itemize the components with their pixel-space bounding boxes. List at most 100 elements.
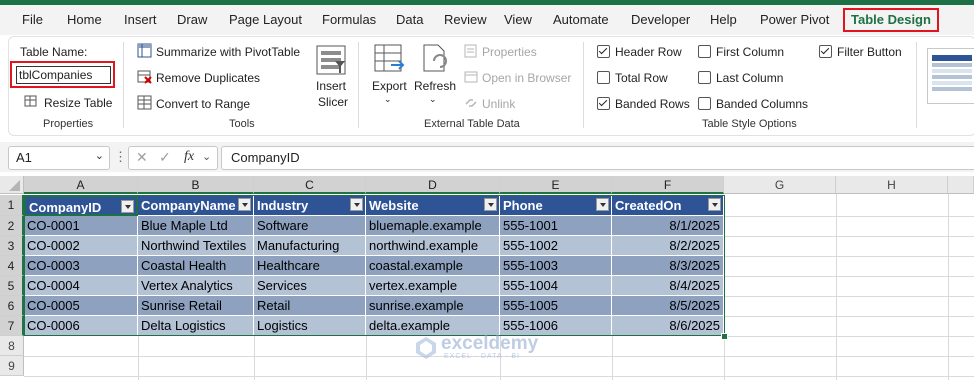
chevron-down-icon[interactable]: ⌄ xyxy=(95,149,104,162)
table-cell[interactable]: Coastal Health xyxy=(138,256,254,276)
filter-dropdown-icon[interactable] xyxy=(484,198,497,211)
table-style-gallery[interactable] xyxy=(927,48,974,104)
banded-columns-checkbox[interactable] xyxy=(698,97,711,110)
tab-review[interactable]: Review xyxy=(444,10,487,30)
chevron-down-icon[interactable]: ⌄ xyxy=(202,150,211,163)
table-cell[interactable]: Retail xyxy=(254,296,366,316)
table-cell[interactable]: CO-0004 xyxy=(24,276,138,296)
table-header-cell[interactable]: CompanyName xyxy=(138,195,254,216)
tab-view[interactable]: View xyxy=(504,10,532,30)
row-header-3[interactable]: 3 xyxy=(0,236,24,256)
insert-slicer-label-1[interactable]: Insert xyxy=(316,78,346,94)
table-cell[interactable]: Logistics xyxy=(254,316,366,336)
worksheet-grid[interactable]: A B C D E F G H 1 2 3 4 5 6 7 8 9 Compan… xyxy=(0,176,974,380)
header-row-checkbox[interactable] xyxy=(597,45,610,58)
table-name-input[interactable]: tblCompanies xyxy=(16,66,111,84)
table-cell[interactable]: 8/5/2025 xyxy=(612,296,724,316)
table-cell[interactable]: 555-1001 xyxy=(500,216,612,236)
tab-formulas[interactable]: Formulas xyxy=(322,10,376,30)
tab-file[interactable]: File xyxy=(22,10,43,30)
first-column-checkbox[interactable] xyxy=(698,45,711,58)
table-cell[interactable]: northwind.example xyxy=(366,236,500,256)
total-row-checkbox[interactable] xyxy=(597,71,610,84)
table-cell[interactable]: Delta Logistics xyxy=(138,316,254,336)
table-cell[interactable]: sunrise.example xyxy=(366,296,500,316)
table-header-cell[interactable]: CompanyID xyxy=(24,195,138,216)
unlink-button[interactable]: Unlink xyxy=(482,96,515,112)
table-cell[interactable]: coastal.example xyxy=(366,256,500,276)
table-cell[interactable]: CO-0001 xyxy=(24,216,138,236)
table-cell[interactable]: CO-0005 xyxy=(24,296,138,316)
table-cell[interactable]: 8/3/2025 xyxy=(612,256,724,276)
filter-dropdown-icon[interactable] xyxy=(121,200,134,213)
column-header-b[interactable]: B xyxy=(138,176,254,194)
table-cell[interactable]: 555-1002 xyxy=(500,236,612,256)
properties-button[interactable]: Properties xyxy=(482,44,537,60)
table-cell[interactable]: Vertex Analytics xyxy=(138,276,254,296)
tab-draw[interactable]: Draw xyxy=(177,10,207,30)
cancel-icon[interactable]: ✕ xyxy=(136,149,148,166)
row-header-7[interactable]: 7 xyxy=(0,316,24,336)
tab-automate[interactable]: Automate xyxy=(553,10,609,30)
tab-insert[interactable]: Insert xyxy=(124,10,157,30)
filter-dropdown-icon[interactable] xyxy=(350,198,363,211)
table-cell[interactable]: vertex.example xyxy=(366,276,500,296)
table-header-cell[interactable]: CreatedOn xyxy=(612,195,724,216)
enter-icon[interactable]: ✓ xyxy=(159,149,171,166)
row-header-4[interactable]: 4 xyxy=(0,256,24,276)
column-header-g[interactable]: G xyxy=(724,176,836,194)
tab-data[interactable]: Data xyxy=(396,10,423,30)
open-in-browser-button[interactable]: Open in Browser xyxy=(482,70,571,86)
tab-power-pivot[interactable]: Power Pivot xyxy=(760,10,829,30)
table-header-cell[interactable]: Phone xyxy=(500,195,612,216)
table-cell[interactable]: CO-0002 xyxy=(24,236,138,256)
filter-dropdown-icon[interactable] xyxy=(238,198,251,211)
table-cell[interactable]: Healthcare xyxy=(254,256,366,276)
tab-table-design[interactable]: Table Design xyxy=(843,8,939,32)
column-header-d[interactable]: D xyxy=(366,176,500,194)
table-cell[interactable]: 555-1003 xyxy=(500,256,612,276)
export-chevron-icon[interactable]: ⌄ xyxy=(384,91,392,107)
column-header-a[interactable]: A xyxy=(24,176,138,194)
table-cell[interactable]: 8/1/2025 xyxy=(612,216,724,236)
table-cell[interactable]: 555-1005 xyxy=(500,296,612,316)
table-cell[interactable]: 8/4/2025 xyxy=(612,276,724,296)
row-header-5[interactable]: 5 xyxy=(0,276,24,296)
row-header-2[interactable]: 2 xyxy=(0,216,24,236)
table-cell[interactable]: bluemaple.example xyxy=(366,216,500,236)
table-cell[interactable]: 8/6/2025 xyxy=(612,316,724,336)
filter-dropdown-icon[interactable] xyxy=(708,198,721,211)
column-header-h[interactable]: H xyxy=(836,176,948,194)
select-all-corner[interactable] xyxy=(0,176,24,194)
remove-duplicates-button[interactable]: Remove Duplicates xyxy=(156,70,260,86)
tab-developer[interactable]: Developer xyxy=(631,10,690,30)
table-cell[interactable]: CO-0006 xyxy=(24,316,138,336)
resize-table-button[interactable]: Resize Table xyxy=(44,95,112,111)
tab-help[interactable]: Help xyxy=(710,10,737,30)
refresh-chevron-icon[interactable]: ⌄ xyxy=(429,91,437,107)
table-cell[interactable]: Software xyxy=(254,216,366,236)
tab-home[interactable]: Home xyxy=(67,10,102,30)
row-header-6[interactable]: 6 xyxy=(0,296,24,316)
tab-page-layout[interactable]: Page Layout xyxy=(229,10,302,30)
table-cell[interactable]: 8/2/2025 xyxy=(612,236,724,256)
name-box[interactable]: A1 ⌄ xyxy=(8,146,110,170)
formula-input[interactable]: CompanyID xyxy=(221,146,974,170)
column-header-c[interactable]: C xyxy=(254,176,366,194)
fill-handle[interactable] xyxy=(721,333,728,340)
row-header-8[interactable]: 8 xyxy=(0,336,24,356)
table-cell[interactable]: Sunrise Retail xyxy=(138,296,254,316)
table-cell[interactable]: CO-0003 xyxy=(24,256,138,276)
last-column-checkbox[interactable] xyxy=(698,71,711,84)
column-header-e[interactable]: E xyxy=(500,176,612,194)
column-header-f[interactable]: F xyxy=(612,176,724,194)
row-header-9[interactable]: 9 xyxy=(0,356,24,376)
table-header-cell[interactable]: Website xyxy=(366,195,500,216)
summarize-pivot-button[interactable]: Summarize with PivotTable xyxy=(156,44,300,60)
filter-button-checkbox[interactable] xyxy=(819,45,832,58)
table-cell[interactable]: Blue Maple Ltd xyxy=(138,216,254,236)
row-header-1[interactable]: 1 xyxy=(0,195,24,216)
table-cell[interactable]: Northwind Textiles xyxy=(138,236,254,256)
convert-to-range-button[interactable]: Convert to Range xyxy=(156,96,250,112)
table-header-cell[interactable]: Industry xyxy=(254,195,366,216)
